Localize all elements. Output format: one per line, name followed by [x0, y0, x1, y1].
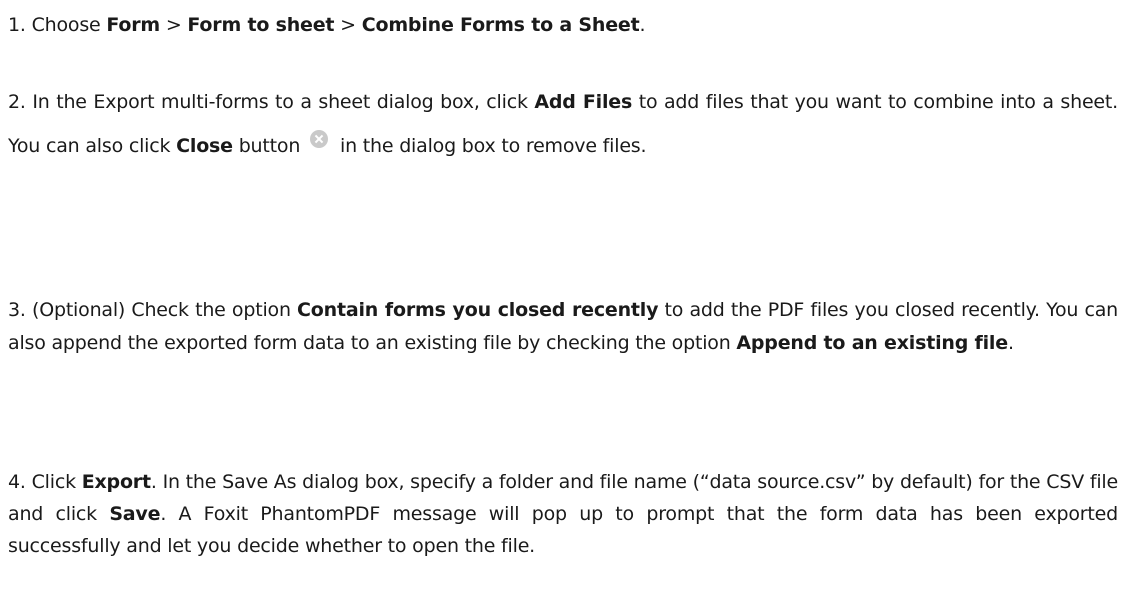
step-1: 1. Choose Form > Form to sheet > Combine…	[8, 12, 1118, 38]
save-label: Save	[109, 503, 161, 525]
step-number: 1.	[8, 14, 26, 36]
step-text: Click	[31, 471, 82, 493]
menu-form: Form	[106, 14, 161, 36]
document-page: 1. Choose Form > Form to sheet > Combine…	[0, 0, 1128, 607]
menu-combine-forms: Combine Forms to a Sheet	[361, 14, 640, 36]
append-option: Append to an existing file	[736, 332, 1008, 354]
step-text: In the Export multi-forms to a sheet dia…	[32, 91, 535, 113]
step-text: (Optional) Check the option	[31, 299, 298, 321]
menu-separator: >	[160, 14, 188, 36]
contain-forms-option: Contain forms you closed recently	[297, 299, 659, 321]
step-text: .	[639, 14, 646, 36]
step-number: 4.	[8, 471, 26, 493]
step-number: 3.	[8, 299, 26, 321]
step-2: 2. In the Export multi-forms to a sheet …	[8, 80, 1118, 168]
step-number: 2.	[8, 91, 26, 113]
add-files-label: Add Files	[534, 91, 633, 113]
menu-separator: >	[334, 14, 362, 36]
step-text: in the dialog box to remove files.	[334, 135, 647, 157]
step-text: . A Foxit PhantomPDF message will pop up…	[8, 503, 1118, 557]
close-circle-icon	[310, 130, 329, 148]
export-label: Export	[81, 471, 151, 493]
menu-form-to-sheet: Form to sheet	[187, 14, 335, 36]
step-text: Choose	[31, 14, 107, 36]
step-4: 4. Click Export. In the Save As dialog b…	[8, 466, 1118, 562]
step-3: 3. (Optional) Check the option Contain f…	[8, 294, 1118, 360]
step-text: button	[232, 135, 301, 157]
close-label: Close	[176, 135, 233, 157]
step-text: .	[1007, 332, 1014, 354]
